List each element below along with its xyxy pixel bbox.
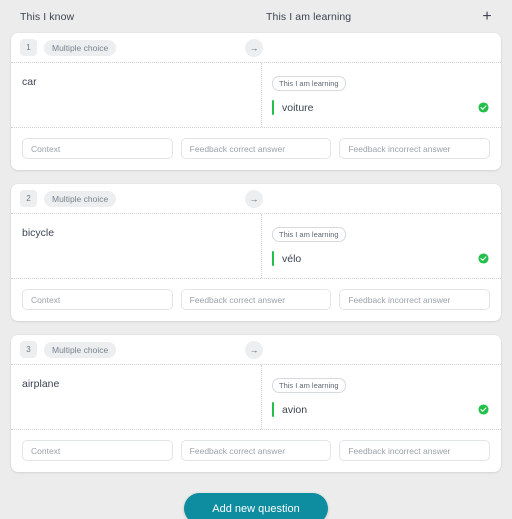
answer-text[interactable]: voiture: [282, 102, 478, 114]
answer-text[interactable]: vélo: [282, 253, 478, 265]
check-circle-icon: [478, 102, 489, 113]
feedback-correct-input[interactable]: [180, 138, 332, 159]
question-card-body: bicycle This I am learning vélo: [11, 214, 501, 278]
question-index-badge: 2: [20, 190, 37, 207]
column-header: This I know This I am learning +: [0, 0, 512, 33]
question-card-header: 1 Multiple choice →: [11, 33, 501, 62]
question-card-body: car This I am learning voiture: [11, 63, 501, 127]
check-circle-icon: [478, 253, 489, 264]
question-card: 3 Multiple choice → airplane This I am l…: [11, 335, 501, 472]
answer-row: vélo: [272, 251, 489, 266]
question-card-header: 2 Multiple choice →: [11, 184, 501, 213]
answer-column: This I am learning voiture: [262, 63, 501, 127]
question-type-pill[interactable]: Multiple choice: [44, 341, 117, 358]
term-text[interactable]: car: [22, 76, 251, 88]
question-card: 2 Multiple choice → bicycle This I am le…: [11, 184, 501, 321]
feedback-incorrect-input[interactable]: [339, 138, 491, 159]
term-text[interactable]: bicycle: [22, 227, 251, 239]
feedback-fields-row: [11, 128, 501, 170]
question-editor-page: This I know This I am learning + 1 Multi…: [0, 0, 512, 519]
question-card-list: 1 Multiple choice → car This I am learni…: [0, 33, 512, 472]
answer-row: avion: [272, 402, 489, 417]
check-circle-icon: [478, 404, 489, 415]
feedback-correct-input[interactable]: [180, 440, 332, 461]
term-text[interactable]: airplane: [22, 378, 251, 390]
column-header-learning: This I am learning: [266, 10, 352, 23]
feedback-incorrect-input[interactable]: [339, 289, 491, 310]
feedback-fields-row: [11, 430, 501, 472]
question-index-badge: 1: [20, 39, 37, 56]
answer-row: voiture: [272, 100, 489, 115]
term-column: bicycle: [11, 214, 262, 278]
context-input[interactable]: [22, 138, 173, 159]
language-pill: This I am learning: [272, 378, 346, 393]
question-type-pill[interactable]: Multiple choice: [44, 39, 117, 56]
footer: Add new question: [0, 486, 512, 519]
question-type-pill[interactable]: Multiple choice: [44, 190, 117, 207]
plus-icon[interactable]: +: [476, 6, 498, 28]
correct-answer-bar: [272, 100, 274, 115]
arrow-right-icon[interactable]: →: [245, 189, 263, 208]
answer-column: This I am learning avion: [262, 365, 501, 429]
context-input[interactable]: [22, 440, 173, 461]
column-header-know: This I know: [20, 10, 75, 23]
term-column: car: [11, 63, 262, 127]
correct-answer-bar: [272, 402, 274, 417]
arrow-right-icon[interactable]: →: [245, 340, 263, 359]
feedback-fields-row: [11, 279, 501, 321]
question-card: 1 Multiple choice → car This I am learni…: [11, 33, 501, 170]
arrow-right-icon[interactable]: →: [245, 38, 263, 57]
question-card-body: airplane This I am learning avion: [11, 365, 501, 429]
add-new-question-button[interactable]: Add new question: [184, 493, 328, 519]
feedback-correct-input[interactable]: [180, 289, 332, 310]
context-input[interactable]: [22, 289, 173, 310]
feedback-incorrect-input[interactable]: [339, 440, 491, 461]
answer-column: This I am learning vélo: [262, 214, 501, 278]
question-card-header: 3 Multiple choice →: [11, 335, 501, 364]
correct-answer-bar: [272, 251, 274, 266]
answer-text[interactable]: avion: [282, 404, 478, 416]
language-pill: This I am learning: [272, 76, 346, 91]
question-index-badge: 3: [20, 341, 37, 358]
language-pill: This I am learning: [272, 227, 346, 242]
term-column: airplane: [11, 365, 262, 429]
